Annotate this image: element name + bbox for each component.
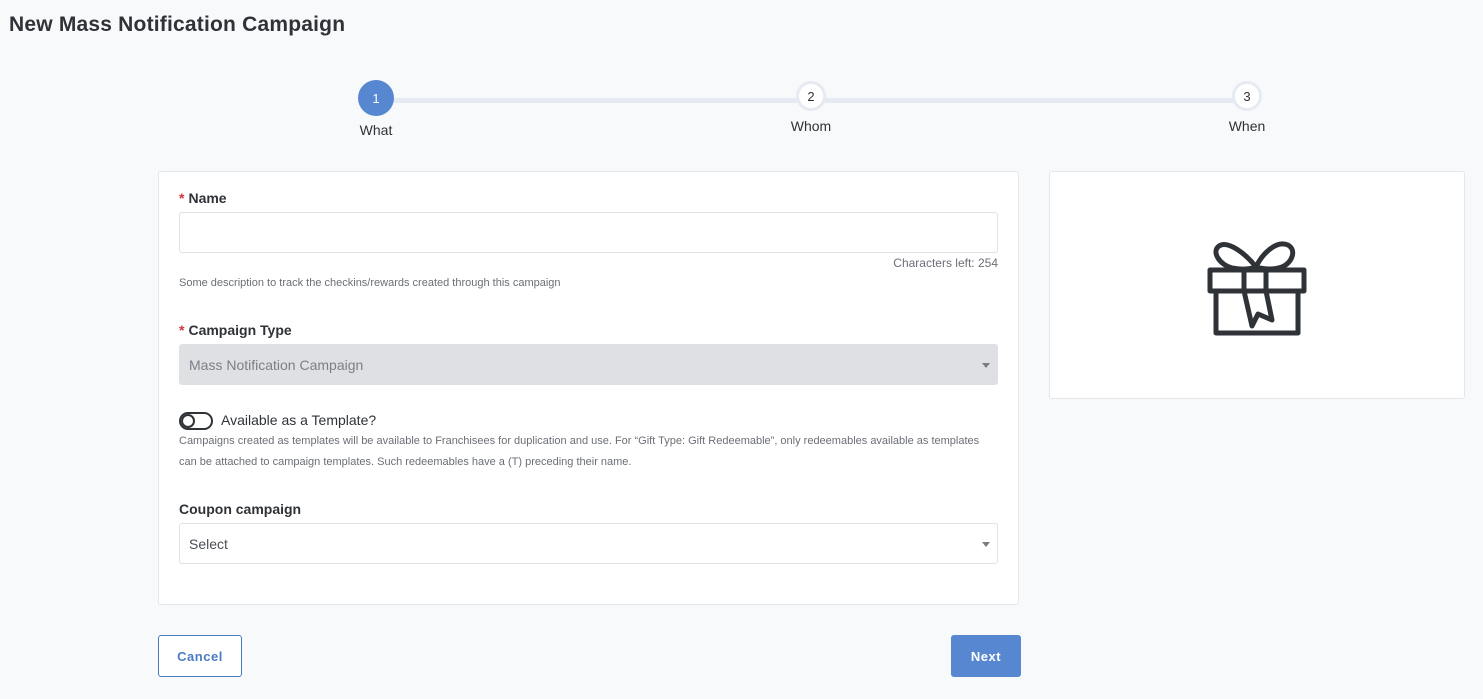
step-whom[interactable]: 2 Whom [771, 81, 851, 134]
template-toggle[interactable] [179, 412, 213, 430]
characters-left: Characters left: 254 [893, 256, 998, 270]
page-title: New Mass Notification Campaign [9, 13, 346, 36]
campaign-type-select[interactable]: Mass Notification Campaign [179, 344, 998, 385]
gift-icon [1207, 241, 1307, 336]
coupon-campaign-label: Coupon campaign [179, 501, 302, 517]
step-number: 1 [358, 80, 394, 116]
next-button[interactable]: Next [951, 635, 1021, 677]
campaign-form-card: * Name Characters left: 254 Some descript… [158, 171, 1019, 605]
step-label: What [359, 122, 393, 138]
step-label: When [1228, 118, 1266, 134]
campaign-type-label-text: Campaign Type [188, 322, 292, 338]
coupon-campaign-select[interactable]: Select [179, 523, 998, 564]
step-when[interactable]: 3 When [1207, 81, 1287, 134]
chevron-down-icon [982, 542, 990, 547]
step-number: 2 [796, 81, 826, 111]
template-toggle-label: Available as a Template? [221, 412, 377, 428]
cancel-button[interactable]: Cancel [158, 635, 242, 677]
campaign-type-label: * Campaign Type [179, 322, 292, 338]
name-label: * Name [179, 190, 227, 206]
required-asterisk: * [179, 190, 185, 206]
campaign-preview-card [1049, 171, 1465, 399]
name-input[interactable] [179, 212, 998, 253]
step-label: Whom [790, 118, 832, 134]
name-help-text: Some description to track the checkins/r… [179, 277, 561, 289]
template-help-text: Campaigns created as templates will be a… [179, 435, 980, 468]
chevron-down-icon [982, 363, 990, 368]
step-what[interactable]: 1 What [336, 80, 416, 138]
toggle-knob [181, 414, 195, 428]
campaign-type-value: Mass Notification Campaign [189, 356, 364, 373]
step-number: 3 [1232, 81, 1262, 111]
required-asterisk: * [179, 322, 185, 338]
name-label-text: Name [188, 190, 227, 206]
coupon-campaign-value: Select [189, 535, 228, 552]
